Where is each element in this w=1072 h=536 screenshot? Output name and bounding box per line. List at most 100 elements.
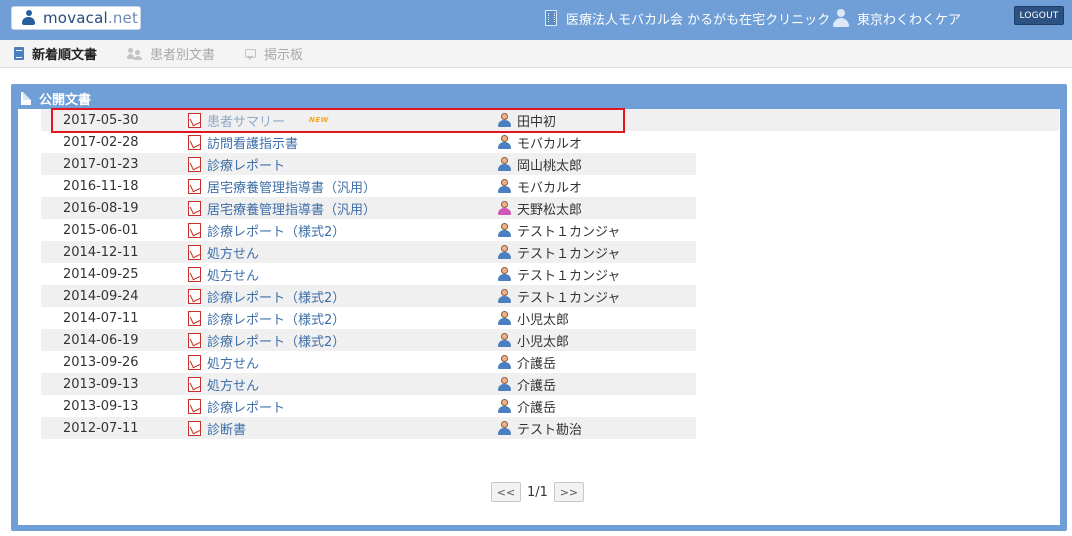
user-icon (832, 9, 850, 27)
pdf-icon[interactable] (188, 310, 201, 326)
patient-cell: テスト１カンジャ (498, 265, 620, 284)
document-link[interactable]: 患者サマリー (207, 111, 285, 130)
patient-icon (498, 245, 511, 259)
tab-bulletin-board[interactable]: 掲示板 (245, 44, 303, 63)
document-link[interactable]: 処方せん (207, 375, 259, 394)
table-row: 2017-05-30 患者サマリー NEW 田中初 (41, 109, 1059, 131)
patient-icon (498, 399, 511, 413)
document-date: 2013-09-13 (63, 376, 139, 392)
pdf-icon[interactable] (188, 332, 201, 348)
patient-icon (498, 289, 511, 303)
patient-cell: テスト１カンジャ (498, 243, 620, 262)
tab-new-documents[interactable]: 新着順文書 (14, 44, 97, 63)
building-icon (545, 10, 557, 26)
user-info: 東京わくわくケア (832, 8, 961, 28)
pdf-icon[interactable] (188, 112, 201, 128)
patient-cell: 天野松太郎 (498, 199, 582, 218)
patient-cell: 介護岳 (498, 375, 556, 394)
table-row: 2014-06-19 診療レポート（様式2） 小児太郎 (41, 329, 696, 351)
pdf-icon[interactable] (188, 200, 201, 216)
document-link[interactable]: 居宅療養管理指導書（汎用） (207, 199, 376, 218)
patient-name: 小児太郎 (517, 312, 570, 328)
table-row: 2014-09-25 処方せん テスト１カンジャ (41, 263, 696, 285)
document-link[interactable]: 訪問看護指示書 (207, 133, 298, 152)
patient-cell: テスト１カンジャ (498, 287, 620, 306)
document-link[interactable]: 処方せん (207, 353, 259, 372)
document-title-cell: 処方せん (187, 265, 498, 284)
document-title-cell: 診療レポート (187, 397, 498, 416)
patient-name: 介護岳 (517, 400, 557, 416)
document-link[interactable]: 処方せん (207, 243, 259, 262)
table-row: 2013-09-13 診療レポート 介護岳 (41, 395, 696, 417)
patient-icon (498, 201, 511, 215)
speech-bubble-icon (245, 49, 257, 60)
document-date: 2015-06-01 (63, 222, 139, 238)
document-date: 2016-08-19 (63, 200, 139, 216)
patient-icon (498, 135, 511, 149)
pdf-icon[interactable] (188, 288, 201, 304)
pdf-icon[interactable] (188, 398, 201, 414)
document-title-cell: 診療レポート（様式2） (187, 221, 498, 240)
panel-title-text: 公開文書 (39, 93, 92, 108)
patient-icon (498, 333, 511, 347)
document-link[interactable]: 診療レポート（様式2） (207, 331, 345, 350)
document-date: 2016-11-18 (63, 178, 139, 194)
page-indicator: 1/1 (527, 484, 548, 500)
document-title-cell: 診断書 (187, 419, 498, 438)
document-link[interactable]: 診療レポート（様式2） (207, 309, 345, 328)
pdf-icon[interactable] (188, 420, 201, 436)
patient-name: 小児太郎 (517, 334, 570, 350)
document-date: 2012-07-11 (63, 420, 139, 436)
document-title-cell: 訪問看護指示書 (187, 133, 498, 152)
patient-icon (498, 267, 511, 281)
prev-page-button[interactable]: << (491, 482, 521, 502)
pdf-icon[interactable] (188, 134, 201, 150)
table-row: 2016-08-19 居宅療養管理指導書（汎用） 天野松太郎 (41, 197, 696, 219)
patient-icon (498, 421, 511, 435)
document-link[interactable]: 処方せん (207, 265, 259, 284)
logout-button[interactable]: LOGOUT (1014, 6, 1064, 25)
patient-icon (498, 355, 511, 369)
panel-title: 公開文書 (21, 89, 91, 108)
patient-cell: モバカルオ (498, 177, 582, 196)
table-row: 2014-07-11 診療レポート（様式2） 小児太郎 (41, 307, 696, 329)
public-documents-panel: 公開文書 2017-05-30 患者サマリー NEW 田中初 2017-02-28 訪問看… (11, 84, 1067, 531)
table-row: 2017-01-23 診療レポート 岡山桃太郎 (41, 153, 696, 175)
document-date: 2017-01-23 (63, 156, 139, 172)
document-title-cell: 居宅療養管理指導書（汎用） (187, 177, 498, 196)
document-link[interactable]: 診療レポート（様式2） (207, 287, 345, 306)
patient-cell: 介護岳 (498, 353, 556, 372)
patient-name: 介護岳 (517, 356, 557, 372)
pdf-icon[interactable] (188, 376, 201, 392)
top-header-bar: movacal.net 医療法人モバカル会 かるがも在宅クリニック 東京わくわく… (0, 0, 1072, 40)
pagination: << 1/1 >> (491, 482, 584, 502)
pdf-icon[interactable] (188, 266, 201, 282)
logo-mark-icon (20, 10, 38, 26)
tab-patient-documents[interactable]: 患者別文書 (127, 44, 215, 63)
pdf-icon[interactable] (188, 156, 201, 172)
document-link[interactable]: 診療レポート (207, 397, 285, 416)
patient-icon (498, 311, 511, 325)
table-row: 2016-11-18 居宅療養管理指導書（汎用） モバカルオ (41, 175, 696, 197)
clinic-info: 医療法人モバカル会 かるがも在宅クリニック (545, 8, 830, 28)
pdf-icon[interactable] (188, 222, 201, 238)
pdf-icon[interactable] (188, 244, 201, 260)
patient-icon (498, 157, 511, 171)
patient-cell: 岡山桃太郎 (498, 155, 582, 174)
table-row: 2014-09-24 診療レポート（様式2） テスト１カンジャ (41, 285, 696, 307)
document-link[interactable]: 診療レポート (207, 155, 285, 174)
new-badge: NEW (309, 116, 329, 124)
patient-name: テスト勘治 (517, 422, 583, 438)
tab-label: 患者別文書 (150, 48, 216, 63)
patient-name: テスト１カンジャ (517, 268, 621, 284)
movacal-logo[interactable]: movacal.net (11, 6, 141, 30)
document-date: 2014-06-19 (63, 332, 139, 348)
next-page-button[interactable]: >> (553, 482, 584, 502)
pdf-icon[interactable] (188, 354, 201, 370)
document-link[interactable]: 診断書 (207, 419, 246, 438)
patient-cell: モバカルオ (498, 133, 582, 152)
pdf-icon[interactable] (188, 178, 201, 194)
document-link[interactable]: 診療レポート（様式2） (207, 221, 345, 240)
patient-name: モバカルオ (517, 136, 583, 152)
document-link[interactable]: 居宅療養管理指導書（汎用） (207, 177, 376, 196)
